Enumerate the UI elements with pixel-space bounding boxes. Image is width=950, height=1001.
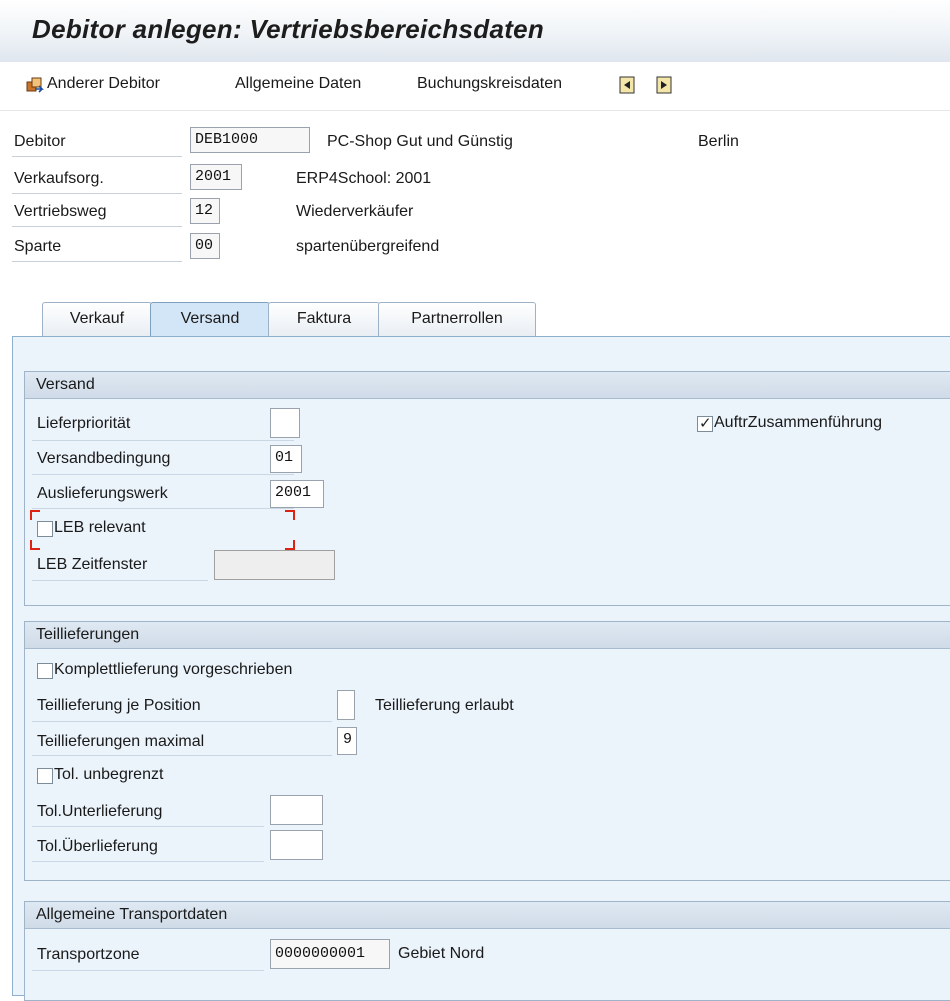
label-underline: [32, 755, 332, 756]
channel-desc: Wiederverkäufer: [296, 203, 414, 220]
tab-partnerrollen[interactable]: Partnerrollen: [378, 302, 536, 336]
partial-per-item-desc: Teillieferung erlaubt: [375, 697, 514, 714]
focus-marker: [285, 540, 295, 550]
shipping-condition-field[interactable]: 01: [270, 445, 302, 473]
label-underline: [32, 508, 294, 509]
focus-marker: [30, 510, 40, 520]
sales-org-desc: ERP4School: 2001: [296, 170, 432, 187]
label-underline: [32, 970, 264, 971]
debitor-field[interactable]: DEB1000: [190, 127, 310, 153]
label-underline: [12, 226, 182, 227]
label-underline: [12, 261, 182, 262]
label-underline: [32, 440, 294, 441]
label-underline: [32, 580, 208, 581]
underdelivery-tolerance-field[interactable]: [270, 795, 323, 825]
label-underline: [32, 474, 294, 475]
pod-timeframe-field[interactable]: [214, 550, 335, 580]
max-partial-field[interactable]: 9: [337, 727, 357, 755]
channel-field[interactable]: 12: [190, 198, 220, 224]
overdelivery-tolerance-field[interactable]: [270, 830, 323, 860]
overdelivery-tolerance-label: Tol.Überlieferung: [37, 838, 158, 855]
debitor-name: PC-Shop Gut und Günstig: [327, 133, 513, 150]
transport-data-group: Allgemeine Transportdaten: [24, 901, 950, 1001]
group-header: Allgemeine Transportdaten: [25, 902, 950, 929]
order-combination-checkbox[interactable]: [697, 414, 713, 432]
transport-zone-field[interactable]: 0000000001: [270, 939, 390, 969]
unlimited-tolerance-label: Tol. unbegrenzt: [54, 766, 164, 783]
partial-per-item-field[interactable]: [337, 690, 355, 720]
next-screen-icon[interactable]: [656, 76, 673, 94]
label-underline: [32, 861, 264, 862]
general-data-button[interactable]: Allgemeine Daten: [235, 75, 361, 93]
max-partial-label: Teillieferungen maximal: [37, 733, 205, 750]
complete-delivery-label: Komplettlieferung vorgeschrieben: [54, 661, 293, 678]
debitor-city: Berlin: [698, 133, 739, 150]
complete-delivery-checkbox[interactable]: [37, 663, 53, 679]
channel-label: Vertriebsweg: [14, 203, 107, 220]
order-combination-label: AuftrZusammenführung: [714, 414, 883, 431]
pod-timeframe-label: LEB Zeitfenster: [37, 556, 148, 573]
label-underline: [12, 193, 182, 194]
focus-marker: [30, 540, 40, 550]
label-underline: [32, 721, 332, 722]
tab-verkauf[interactable]: Verkauf: [42, 302, 152, 336]
division-label: Sparte: [14, 238, 62, 255]
label-underline: [12, 156, 182, 157]
group-header: Versand: [25, 372, 950, 399]
division-field[interactable]: 00: [190, 233, 220, 259]
delivery-priority-field[interactable]: [270, 408, 300, 438]
sales-org-label: Verkaufsorg.: [14, 170, 104, 187]
pod-relevant-label: LEB relevant: [54, 519, 146, 536]
previous-screen-icon[interactable]: [619, 76, 636, 94]
delivering-plant-field[interactable]: 2001: [270, 480, 324, 508]
underdelivery-tolerance-label: Tol.Unterlieferung: [37, 803, 163, 820]
tab-versand[interactable]: Versand: [150, 302, 270, 337]
company-code-data-button[interactable]: Buchungskreisdaten: [417, 75, 562, 93]
other-debitor-icon[interactable]: [26, 76, 44, 94]
transport-zone-label: Transportzone: [37, 946, 140, 963]
label-underline: [32, 826, 264, 827]
debitor-label: Debitor: [14, 133, 66, 150]
tab-faktura[interactable]: Faktura: [268, 302, 380, 336]
unlimited-tolerance-checkbox[interactable]: [37, 768, 53, 784]
delivery-priority-label: Lieferpriorität: [37, 415, 131, 432]
delivering-plant-label: Auslieferungswerk: [37, 485, 168, 502]
division-desc: spartenübergreifend: [296, 238, 440, 255]
partial-deliveries-group: Teillieferungen: [24, 621, 950, 881]
focus-marker: [285, 510, 295, 520]
other-debitor-button[interactable]: Anderer Debitor: [47, 75, 160, 93]
page-title: Debitor anlegen: Vertriebsbereichsdaten: [32, 14, 545, 44]
pod-relevant-checkbox[interactable]: [37, 521, 53, 537]
partial-per-item-label: Teillieferung je Position: [37, 697, 201, 714]
transport-zone-desc: Gebiet Nord: [398, 945, 485, 962]
sales-org-field[interactable]: 2001: [190, 164, 242, 190]
shipping-condition-label: Versandbedingung: [37, 450, 171, 467]
group-header: Teillieferungen: [25, 622, 950, 649]
